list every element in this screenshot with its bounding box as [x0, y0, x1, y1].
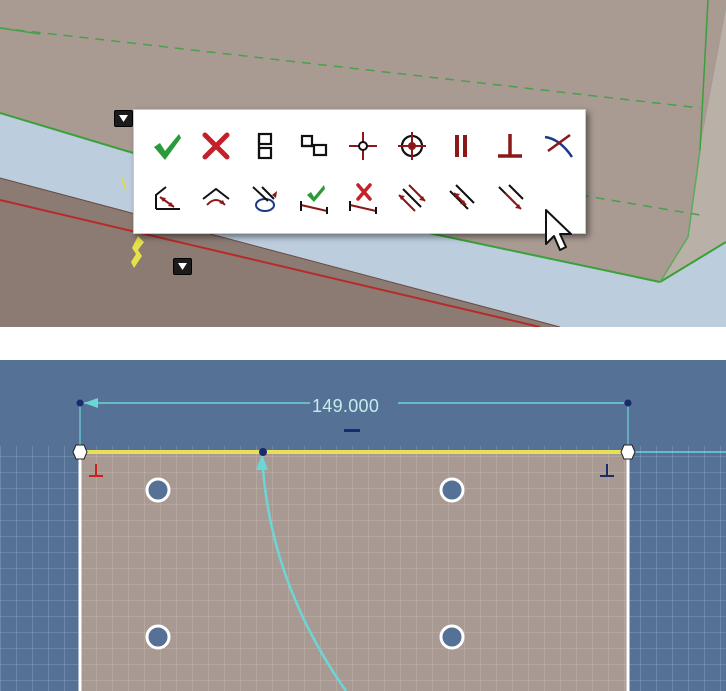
check-icon — [153, 134, 181, 160]
parallel-button[interactable] — [436, 124, 485, 168]
equal-length-icon — [397, 184, 426, 212]
tangent-icon — [544, 133, 573, 158]
sketch-viewport[interactable]: 149.000 — [0, 360, 726, 691]
parallel-icon — [454, 135, 467, 157]
constraint-toolbar — [133, 109, 586, 234]
hole-bottom-right — [439, 624, 465, 650]
hole-top-left — [145, 477, 171, 503]
cancel-button[interactable] — [191, 124, 240, 168]
vertical-constraint-button[interactable] — [240, 124, 289, 168]
hole-bottom-left — [145, 624, 171, 650]
dimension-value[interactable]: 149.000 — [312, 396, 379, 417]
hole-top-right — [439, 477, 465, 503]
accept-dimension-icon — [299, 185, 328, 214]
auto-dimension-button[interactable] — [142, 176, 191, 220]
perpendicular-icon — [497, 134, 522, 158]
equal-distance-icon — [448, 184, 475, 210]
fix-icon — [251, 186, 277, 212]
equal-length-button[interactable] — [387, 176, 436, 220]
equal-distance-button[interactable] — [436, 176, 485, 220]
symmetric-button[interactable] — [191, 176, 240, 220]
horizontal-constraint-button[interactable] — [289, 124, 338, 168]
3d-viewport[interactable] — [0, 0, 726, 327]
dropdown-toggle-bottom[interactable] — [173, 258, 192, 275]
equal-radius-icon — [497, 184, 524, 210]
reject-dimension-button[interactable] — [338, 176, 387, 220]
toolbar-row-2 — [142, 176, 534, 220]
reject-dimension-icon — [348, 183, 377, 214]
symmetric-icon — [201, 187, 230, 206]
toolbar-row-1 — [142, 124, 583, 168]
point-on-entity-icon — [348, 132, 377, 160]
coincident-button[interactable] — [387, 124, 436, 168]
fix-button[interactable] — [240, 176, 289, 220]
equal-radius-button[interactable] — [485, 176, 534, 220]
accept-dimension-button[interactable] — [289, 176, 338, 220]
triangle-down-icon — [119, 115, 128, 122]
vertical-constraint-icon — [257, 132, 272, 160]
horizontal-constraint-icon — [300, 134, 327, 157]
dropdown-toggle-top[interactable] — [114, 110, 133, 127]
triangle-down-icon — [178, 263, 187, 270]
coincident-icon — [397, 132, 426, 160]
tangent-button[interactable] — [534, 124, 583, 168]
perpendicular-button[interactable] — [485, 124, 534, 168]
auto-dimension-icon — [154, 186, 180, 210]
x-icon — [202, 132, 229, 160]
accept-button[interactable] — [142, 124, 191, 168]
point-on-entity-button[interactable] — [338, 124, 387, 168]
mouse-pointer-icon — [545, 209, 572, 251]
